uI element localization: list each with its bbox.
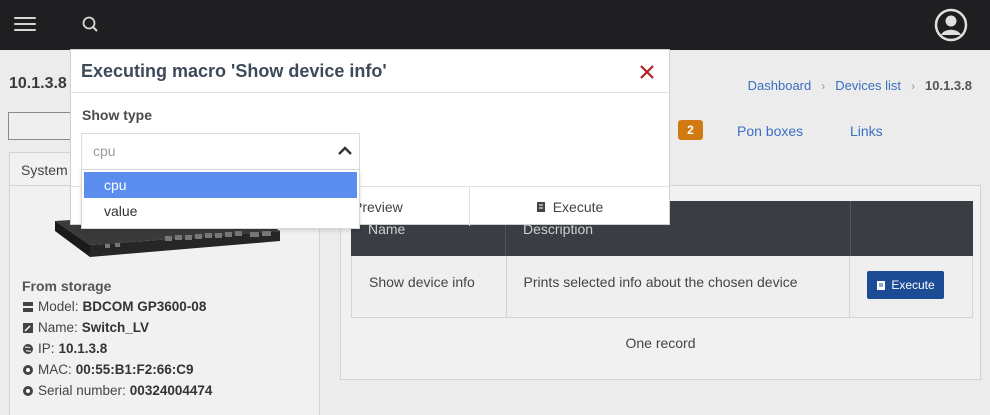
option-value[interactable]: value [82, 198, 359, 224]
records-count: One record [625, 335, 696, 351]
top-navbar [0, 0, 990, 50]
info-name: Name: Switch_LV [22, 320, 149, 335]
execute-button[interactable]: Execute [470, 187, 669, 226]
cell-actions: Execute [850, 256, 972, 317]
tab-count-badge: 2 [678, 120, 703, 140]
storage-title: From storage [22, 278, 112, 294]
tab-links[interactable]: Links [850, 123, 883, 139]
info-mac: MAC: 00:55:B1:F2:66:C9 [22, 362, 194, 377]
gear-icon [22, 385, 34, 397]
cell-macro-description: Prints selected info about the chosen de… [507, 256, 851, 317]
server-icon [22, 301, 34, 313]
show-type-options: cpu value [81, 169, 360, 229]
info-ip: IP: 10.1.3.8 [22, 341, 107, 356]
show-type-select[interactable]: cpu [81, 133, 360, 170]
close-icon[interactable] [638, 63, 656, 81]
chevron-up-icon [338, 146, 352, 155]
device-filter-input[interactable] [8, 112, 78, 140]
page-title: 10.1.3.8 [9, 75, 67, 92]
breadcrumb-dashboard[interactable]: Dashboard [748, 78, 812, 93]
chevron-right-icon: › [911, 78, 915, 93]
breadcrumb: Dashboard › Devices list › 10.1.3.8 [748, 78, 972, 93]
info-model: Model: BDCOM GP3600-08 [22, 299, 206, 314]
gear-icon [22, 364, 34, 376]
cell-macro-name: Show device info [352, 256, 507, 317]
hamburger-menu-icon[interactable] [14, 14, 36, 36]
info-serial: Serial number: 00324004474 [22, 383, 212, 398]
select-value: cpu [93, 143, 116, 159]
search-icon[interactable] [80, 14, 102, 36]
edit-icon [22, 322, 34, 334]
column-header-actions [851, 201, 973, 256]
globe-icon [22, 343, 34, 355]
show-type-label: Show type [82, 107, 153, 123]
breadcrumb-current: 10.1.3.8 [925, 78, 972, 93]
option-cpu[interactable]: cpu [84, 172, 357, 198]
script-icon [536, 201, 545, 212]
user-avatar-icon[interactable] [934, 8, 968, 42]
modal-header: Executing macro 'Show device info' [71, 50, 669, 93]
script-icon [877, 280, 886, 290]
tab-pon-boxes[interactable]: Pon boxes [737, 123, 803, 139]
breadcrumb-devices-list[interactable]: Devices list [835, 78, 901, 93]
table-row: Show device info Prints selected info ab… [351, 256, 973, 318]
chevron-right-icon: › [821, 78, 826, 93]
modal-title: Executing macro 'Show device info' [81, 61, 387, 81]
execute-macro-button[interactable]: Execute [867, 271, 944, 299]
